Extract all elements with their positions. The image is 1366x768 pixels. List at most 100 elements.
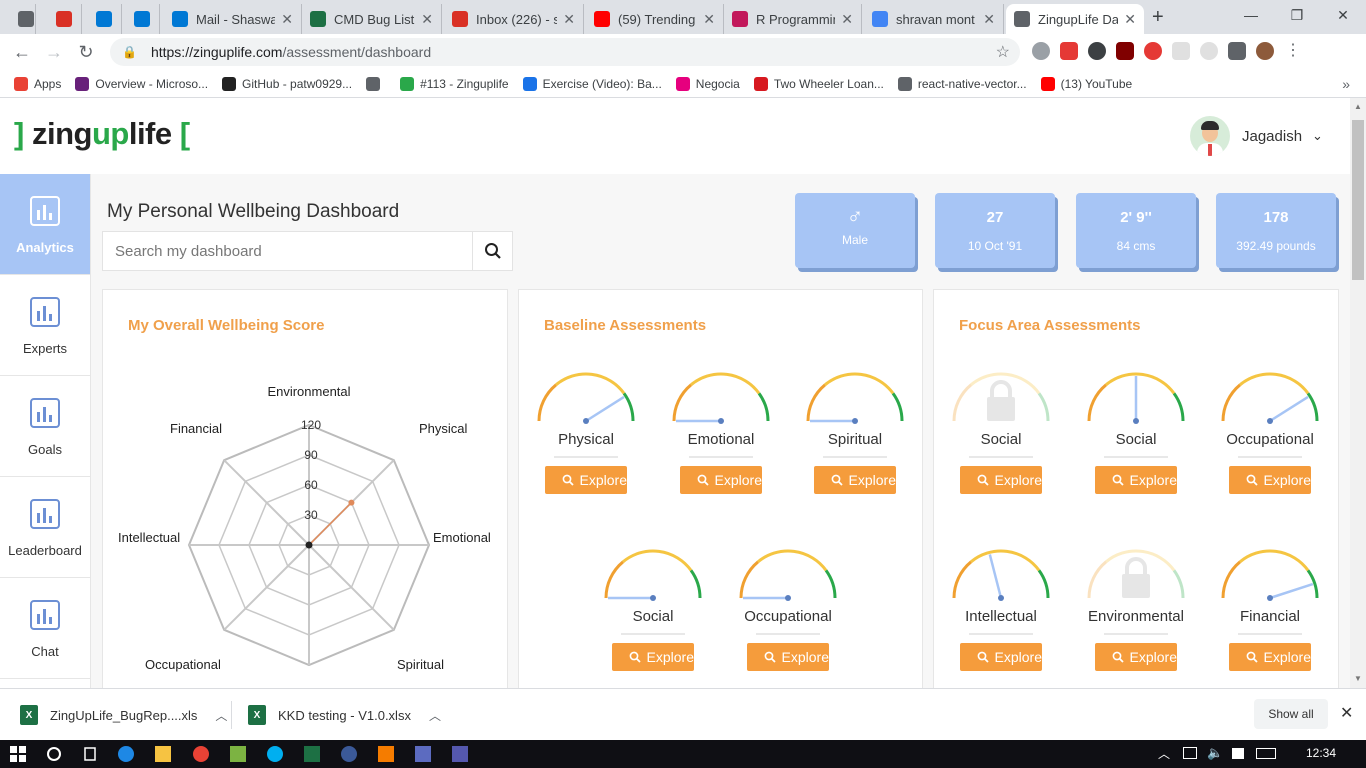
keyboard-icon[interactable] (1256, 748, 1276, 759)
browser-tab[interactable]: ZingupLife Da ✕ (1006, 4, 1144, 34)
network-icon[interactable] (1183, 747, 1197, 759)
explore-button[interactable]: Explore (1095, 643, 1177, 671)
close-window-button[interactable]: ✕ (1320, 0, 1366, 30)
search-circle-icon[interactable] (46, 746, 62, 762)
file-explorer-icon[interactable] (155, 746, 171, 762)
chrome-icon[interactable] (193, 746, 209, 762)
bookmark-item[interactable]: Two Wheeler Loan... (753, 76, 884, 91)
explore-button[interactable]: Explore (960, 466, 1042, 494)
explore-button[interactable]: Explore (680, 466, 762, 494)
tab-close-icon[interactable]: ✕ (703, 11, 715, 28)
chevron-up-icon[interactable]: ︿ (429, 707, 441, 724)
explore-button[interactable]: Explore (814, 466, 896, 494)
sidebar-item-label: Experts (22, 340, 68, 356)
sidebar-item-leaderboard[interactable]: Leaderboard (0, 477, 90, 578)
maximize-button[interactable]: ❐ (1274, 0, 1320, 30)
explore-button[interactable]: Explore (545, 466, 627, 494)
tab-close-icon[interactable]: ✕ (1124, 11, 1136, 28)
bookmark-item[interactable] (366, 76, 386, 91)
extension-gray-icon[interactable] (1172, 42, 1190, 60)
search-input[interactable] (103, 232, 472, 270)
menu-kebab-icon[interactable]: ⋮ (1284, 42, 1302, 60)
bookmark-item[interactable]: (13) YouTube (1040, 76, 1132, 91)
browser-tab[interactable]: (59) Trending ✕ (586, 4, 724, 34)
bookmark-item[interactable]: Apps (14, 76, 61, 91)
extension-red-icon[interactable] (1144, 42, 1162, 60)
ublock-icon[interactable] (1116, 42, 1134, 60)
browser-tab[interactable] (48, 4, 82, 34)
bookmark-item[interactable]: Negocia (675, 76, 740, 91)
clock[interactable]: 12:34 (1306, 746, 1336, 760)
volume-icon[interactable]: 🔈 (1207, 745, 1223, 761)
tab-close-icon[interactable]: ✕ (563, 11, 575, 28)
bookmarks-overflow-icon[interactable]: » (1342, 76, 1350, 92)
download-item[interactable]: X ZingUpLife_BugRep....xls ︿ (20, 699, 227, 731)
explore-button[interactable]: Explore (612, 643, 694, 671)
chevron-up-icon[interactable]: ︿ (215, 707, 227, 724)
browser-tab[interactable] (88, 4, 122, 34)
profile-avatar-icon[interactable] (1256, 42, 1274, 60)
user-menu[interactable]: Jagadish ⌄ (1190, 116, 1323, 156)
app-icon[interactable] (341, 746, 357, 762)
visual-studio-icon[interactable] (378, 746, 394, 762)
app-icon[interactable] (415, 746, 431, 762)
edge-icon[interactable] (118, 746, 134, 762)
tab-close-icon[interactable]: ✕ (841, 11, 853, 28)
sidebar-item-chat[interactable]: Chat (0, 578, 90, 679)
show-all-downloads-button[interactable]: Show all (1254, 699, 1328, 729)
browser-tab[interactable]: CMD Bug List. ✕ (302, 4, 442, 34)
globe-icon[interactable] (1032, 42, 1050, 60)
page-scrollbar[interactable]: ▲ ▼ (1350, 98, 1366, 688)
browser-tab[interactable]: shravan mont ✕ (864, 4, 1004, 34)
explore-button[interactable]: Explore (747, 643, 829, 671)
scroll-thumb[interactable] (1352, 120, 1364, 280)
bookmark-item[interactable]: Overview - Microso... (75, 76, 208, 91)
speedometer-icon[interactable] (1088, 42, 1106, 60)
explore-button[interactable]: Explore (960, 643, 1042, 671)
browser-tab[interactable]: Mail - Shaswat ✕ (164, 4, 302, 34)
minimize-button[interactable]: — (1228, 0, 1274, 30)
download-item[interactable]: X KKD testing - V1.0.xlsx ︿ (248, 699, 441, 731)
explore-button[interactable]: Explore (1229, 466, 1311, 494)
tray-chevron-up-icon[interactable]: ︿ (1158, 745, 1170, 762)
browser-tab[interactable] (126, 4, 160, 34)
browser-tab[interactable]: R Programmin ✕ (724, 4, 862, 34)
explore-label: Explore (579, 472, 627, 488)
bookmark-item[interactable]: GitHub - patw0929... (222, 76, 352, 91)
forward-icon[interactable]: → (38, 42, 70, 63)
explore-button[interactable]: Explore (1095, 466, 1177, 494)
scroll-up-icon[interactable]: ▲ (1350, 102, 1366, 111)
app-icon[interactable] (230, 746, 246, 762)
reload-icon[interactable]: ↻ (70, 42, 102, 63)
notification-icon[interactable] (1232, 748, 1244, 759)
sidebar-item-experts[interactable]: Experts (0, 275, 90, 376)
windows-start-icon[interactable] (10, 746, 26, 762)
radar-data-point[interactable] (348, 499, 355, 506)
extension-face-icon[interactable] (1200, 42, 1218, 60)
new-tab-button[interactable]: + (1152, 6, 1164, 29)
eyedropper-icon[interactable] (1228, 42, 1246, 60)
teams-icon[interactable] (452, 746, 468, 762)
bookmark-item[interactable]: #113 - Zinguplife (400, 76, 509, 91)
sidebar-item-analytics[interactable]: Analytics (0, 174, 90, 275)
zinguplife-logo[interactable]: ] zinguplife [ (14, 116, 190, 152)
excel-taskbar-icon[interactable] (304, 746, 320, 762)
back-icon[interactable]: ← (6, 42, 38, 63)
shield-extension-icon[interactable] (1060, 42, 1078, 60)
tab-close-icon[interactable]: ✕ (983, 11, 995, 28)
tab-close-icon[interactable]: ✕ (421, 11, 433, 28)
search-button[interactable] (472, 232, 512, 270)
scroll-down-icon[interactable]: ▼ (1350, 674, 1366, 683)
tab-close-icon[interactable]: ✕ (281, 11, 293, 28)
bookmark-item[interactable]: Exercise (Video): Ba... (522, 76, 662, 91)
browser-tab[interactable] (10, 4, 36, 34)
url-field[interactable]: 🔒 https://zinguplife.com/assessment/dash… (110, 38, 1020, 66)
explore-button[interactable]: Explore (1229, 643, 1311, 671)
bookmark-item[interactable]: react-native-vector... (897, 76, 1027, 91)
skype-icon[interactable] (267, 746, 283, 762)
sidebar-item-goals[interactable]: Goals (0, 376, 90, 477)
bookmark-star-icon[interactable]: ☆ (996, 42, 1010, 62)
close-downloads-icon[interactable]: ✕ (1340, 703, 1353, 723)
task-view-icon[interactable] (82, 746, 98, 762)
browser-tab[interactable]: Inbox (226) - s ✕ (444, 4, 584, 34)
